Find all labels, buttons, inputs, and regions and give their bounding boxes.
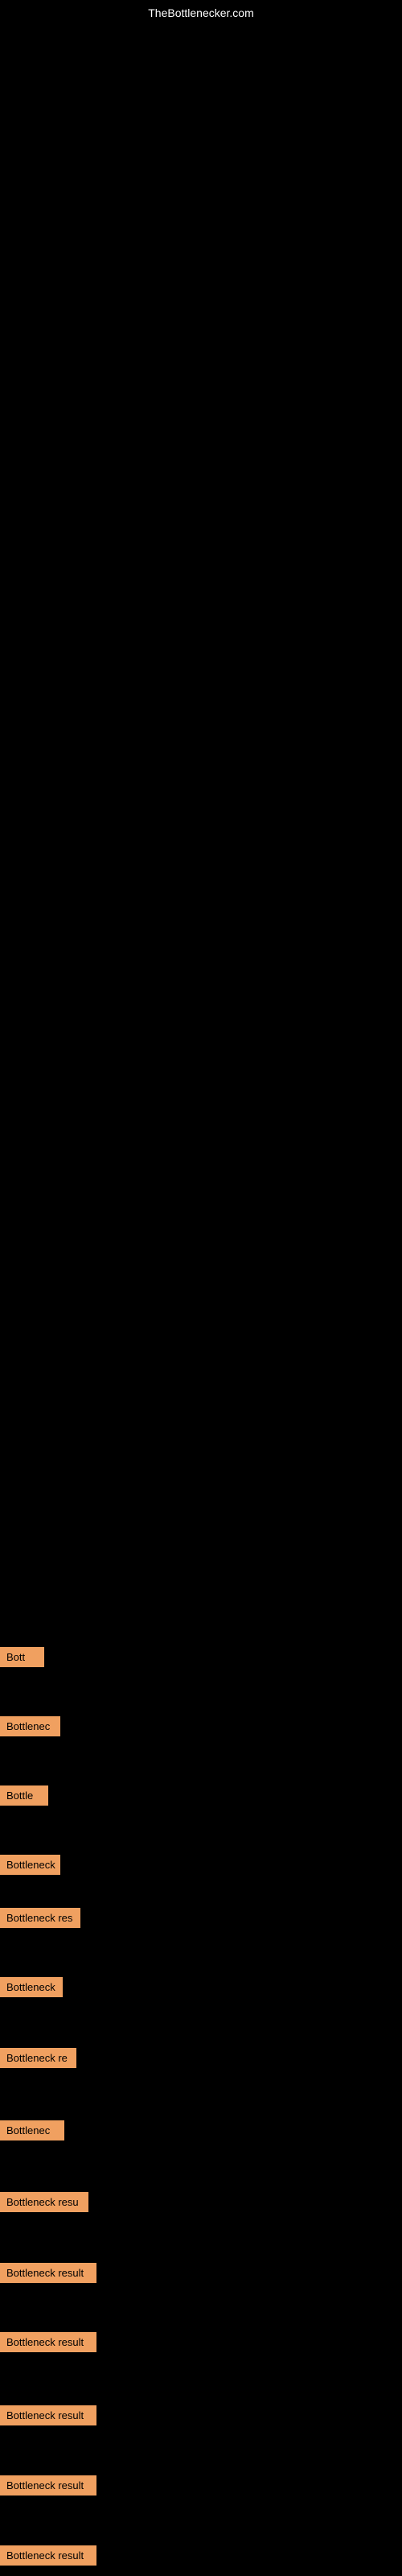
list-item: Bottleneck result	[0, 2534, 96, 2576]
list-item: Bottle	[0, 1773, 48, 1818]
bottleneck-label: Bottleneck result	[0, 2263, 96, 2283]
list-item: Bottleneck result	[0, 2462, 96, 2508]
bottleneck-label: Bottleneck res	[0, 1908, 80, 1928]
list-item: Bottleneck	[0, 1964, 63, 2009]
list-item: Bottleneck re	[0, 2035, 76, 2080]
list-item: Bottleneck resu	[0, 2179, 88, 2224]
bottleneck-label: Bottleneck	[0, 1977, 63, 1997]
bottleneck-label: Bottleneck result	[0, 2475, 96, 2496]
site-title: TheBottlenecker.com	[148, 6, 254, 19]
bottleneck-label: Bottleneck result	[0, 2405, 96, 2425]
list-item: Bott	[0, 1634, 44, 1679]
bottleneck-label: Bottleneck result	[0, 2545, 96, 2566]
bottleneck-label: Bottleneck resu	[0, 2192, 88, 2212]
bottleneck-label: Bottle	[0, 1785, 48, 1806]
list-item: Bottleneck result	[0, 2392, 96, 2438]
list-item: Bottleneck	[0, 1842, 60, 1887]
list-item: Bottleneck result	[0, 2319, 96, 2364]
list-item: Bottlenec	[0, 1703, 60, 1748]
bottleneck-label: Bottleneck result	[0, 2332, 96, 2352]
list-item: Bottleneck result	[0, 2250, 96, 2295]
bottleneck-label: Bottlenec	[0, 1716, 60, 1736]
list-item: Bottlenec	[0, 2107, 64, 2153]
list-item: Bottleneck res	[0, 1895, 80, 1940]
bottleneck-label: Bottlenec	[0, 2120, 64, 2140]
bottleneck-label: Bottleneck re	[0, 2048, 76, 2068]
bottleneck-label: Bottleneck	[0, 1855, 60, 1875]
bottleneck-label: Bott	[0, 1647, 44, 1667]
